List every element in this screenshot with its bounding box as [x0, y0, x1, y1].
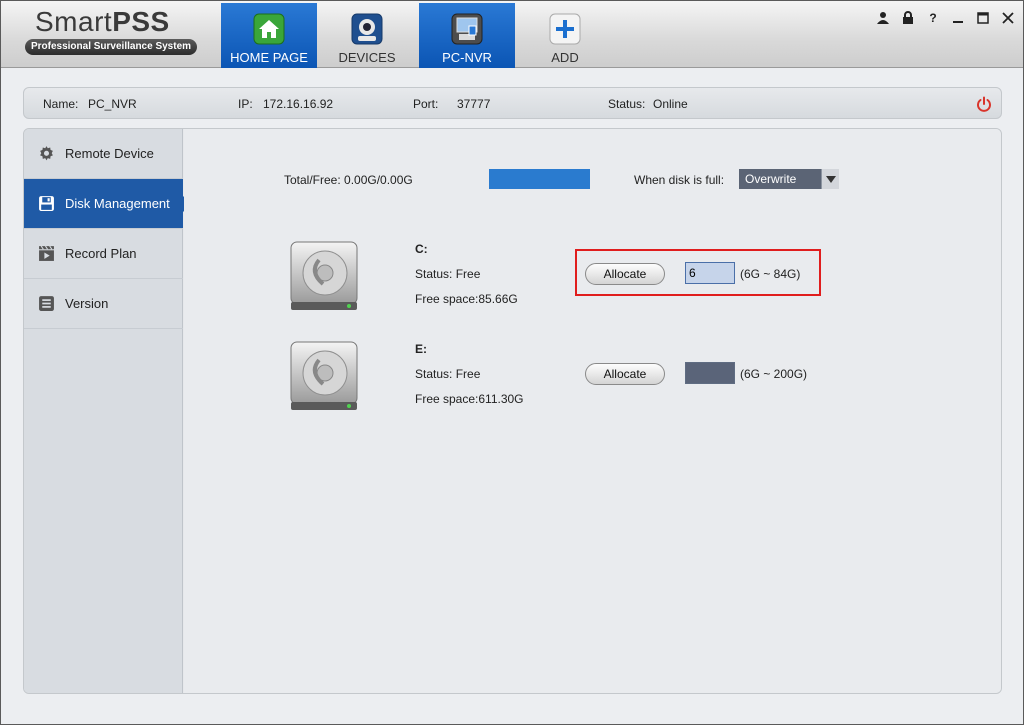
disk-free-space: Free space:85.66G — [415, 292, 518, 306]
tab-label: DEVICES — [338, 50, 396, 65]
maximize-icon[interactable] — [976, 11, 990, 25]
hard-drive-icon — [290, 341, 358, 410]
sidebar-item-label: Version — [65, 296, 109, 311]
floppy-icon — [39, 196, 54, 211]
lock-icon[interactable] — [901, 11, 915, 25]
tab-pc-nvr[interactable]: PC-NVR — [419, 3, 515, 68]
logo-subtitle: Professional Surveillance System — [25, 39, 197, 55]
power-icon[interactable] — [976, 96, 992, 112]
tab-label: HOME PAGE — [230, 50, 308, 65]
tab-devices[interactable]: DEVICES — [319, 3, 415, 68]
disk-name: E: — [415, 342, 427, 356]
sidebar-item-label: Disk Management — [65, 196, 170, 211]
allocate-button[interactable]: Allocate — [585, 363, 665, 385]
port-value: 37777 — [457, 97, 491, 111]
disk-management-content: Total/Free: 0.00G/0.00G When disk is ful… — [184, 129, 1001, 693]
sidebar-item-version[interactable]: Version — [24, 279, 183, 329]
allocate-size-input[interactable]: 6 — [685, 262, 735, 284]
hard-drive-icon — [290, 241, 358, 310]
total-free-label: Total/Free: 0.00G/0.00G — [284, 173, 413, 187]
allocate-range: (6G ~ 200G) — [740, 367, 808, 381]
user-icon[interactable] — [876, 11, 890, 25]
sidebar-item-label: Remote Device — [65, 146, 154, 161]
disk-row-c: C: Status: Free Free space:85.66G Alloca… — [184, 240, 1001, 330]
clapperboard-icon — [39, 245, 54, 261]
disk-name: C: — [415, 242, 428, 256]
main-panel: Remote Device Disk Management Record Pla… — [23, 128, 1002, 694]
when-full-select[interactable]: Overwrite — [739, 169, 839, 189]
disk-free-space: Free space:611.30G — [415, 392, 524, 406]
allocate-range: (6G ~ 84G) — [740, 267, 801, 281]
ip-label: IP: — [238, 97, 253, 111]
when-full-label: When disk is full: — [634, 173, 725, 187]
close-icon[interactable] — [1001, 11, 1015, 25]
gear-icon — [40, 146, 53, 161]
plus-icon — [549, 13, 581, 45]
chevron-down-icon[interactable] — [821, 169, 839, 189]
status-value: Online — [653, 97, 688, 111]
tab-label: ADD — [551, 50, 579, 65]
nvr-icon — [451, 13, 483, 45]
total-free-bar — [489, 169, 590, 189]
tab-label: PC-NVR — [442, 50, 492, 65]
sidebar-item-disk-management[interactable]: Disk Management — [24, 179, 191, 229]
sidebar-item-label: Record Plan — [65, 246, 137, 261]
help-icon[interactable]: ? — [926, 11, 940, 25]
when-full-value: Overwrite — [745, 172, 797, 186]
sidebar-item-remote-device[interactable]: Remote Device — [24, 129, 183, 179]
home-icon — [253, 13, 285, 45]
sidebar: Remote Device Disk Management Record Pla… — [24, 129, 191, 693]
status-label: Status: — [608, 97, 646, 111]
allocate-button[interactable]: Allocate — [585, 263, 665, 285]
device-info-bar: Name: PC_NVR IP: 172.16.16.92 Port: 3777… — [23, 87, 1002, 119]
app-logo: SmartPSS Professional Surveillance Syste… — [25, 7, 197, 55]
disk-row-e: E: Status: Free Free space:611.30G Alloc… — [184, 340, 1001, 430]
list-icon — [39, 296, 54, 311]
name-value: PC_NVR — [88, 97, 137, 111]
tab-add[interactable]: ADD — [517, 3, 613, 68]
camera-icon — [351, 13, 383, 45]
sidebar-item-record-plan[interactable]: Record Plan — [24, 229, 183, 279]
app-window: SmartPSS Professional Surveillance Syste… — [0, 0, 1024, 725]
tab-home-page[interactable]: HOME PAGE — [221, 3, 317, 68]
disk-status: Status: Free — [415, 267, 481, 281]
header-bar: SmartPSS Professional Surveillance Syste… — [1, 1, 1023, 68]
ip-value: 172.16.16.92 — [263, 97, 334, 111]
allocate-size-input[interactable] — [685, 362, 735, 384]
disk-status: Status: Free — [415, 367, 481, 381]
minimize-icon[interactable] — [951, 11, 965, 25]
name-label: Name: — [43, 97, 79, 111]
port-label: Port: — [413, 97, 439, 111]
logo-title: SmartPSS — [35, 6, 170, 37]
